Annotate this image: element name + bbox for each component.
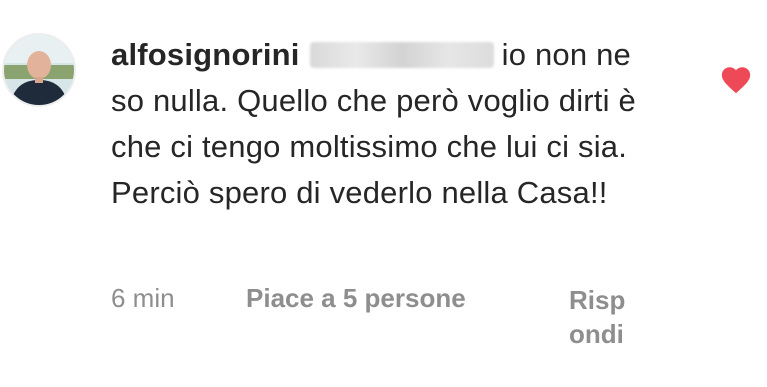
comment-timestamp: 6 min	[111, 283, 175, 313]
username[interactable]: alfosignorini	[111, 37, 300, 72]
reply-button[interactable]: Rispondi	[569, 283, 629, 351]
heart-icon[interactable]	[719, 63, 753, 97]
comment-body: alfosignorini io non ne so nulla. Quello …	[111, 32, 671, 216]
likes-count-link[interactable]: Piace a 5 persone	[246, 283, 466, 313]
avatar[interactable]	[2, 33, 76, 107]
avatar-image	[4, 35, 74, 105]
blurred-mention	[309, 42, 494, 68]
comment: alfosignorini io non ne so nulla. Quello …	[0, 0, 767, 387]
